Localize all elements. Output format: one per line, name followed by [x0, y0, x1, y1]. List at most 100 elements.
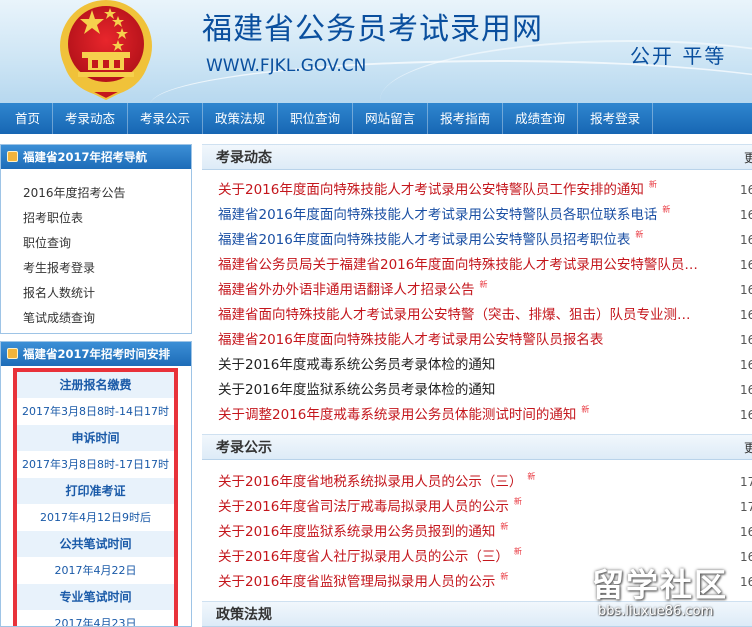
article-date: 17 [740, 500, 752, 514]
article-row: 福建省外办外语非通用语翻译人才招录公告新 16 [218, 278, 752, 303]
section-header-news: 考录动态 更 [202, 144, 752, 170]
panel-header: 福建省2017年招考时间安排 [1, 342, 191, 366]
article-row: 关于2016年度面向特殊技能人才考试录用公安特警队员工作安排的通知新 16 [218, 178, 752, 203]
article-link[interactable]: 福建省2016年度面向特殊技能人才考试录用公安特警队员招考职位表 [218, 228, 630, 253]
watermark-url: bbs.liuxue86.com [598, 604, 714, 619]
article-link[interactable]: 福建省面向特殊技能人才考试录用公安特警（突击、排爆、狙击）队员专业测… [218, 303, 691, 328]
main-nav: 首页 考录动态 考录公示 政策法规 职位查询 网站留言 报考指南 成绩查询 报考… [0, 103, 752, 134]
schedule-panel: 福建省2017年招考时间安排 注册报名缴费 2017年3月8日8时-14日17时… [0, 341, 192, 627]
news-list: 关于2016年度面向特殊技能人才考试录用公安特警队员工作安排的通知新 16 福建省2… [218, 178, 752, 428]
schedule-item-date: 2017年4月23日 [17, 610, 174, 626]
nav-item-score-query[interactable]: 成绩查询 [503, 103, 579, 134]
article-date: 16 [740, 408, 752, 422]
panel-header: 福建省2017年招考导航 [1, 145, 191, 169]
article-link[interactable]: 关于2016年度面向特殊技能人才考试录用公安特警队员工作安排的通知 [218, 178, 644, 203]
schedule-item-date: 2017年4月12日9时后 [17, 504, 174, 531]
article-row: 关于2016年度戒毒系统公务员考录体检的通知 16 [218, 353, 752, 378]
article-date: 16 [740, 208, 752, 222]
article-link[interactable]: 关于2016年度省人社厅拟录用人员的公示（三） [218, 545, 509, 570]
more-link[interactable]: 更 [744, 435, 752, 461]
new-badge: 新 [581, 405, 590, 414]
article-date: 16 [740, 358, 752, 372]
guide-link-score-query[interactable]: 笔试成绩查询 [23, 306, 191, 331]
nav-item-login[interactable]: 报考登录 [578, 103, 654, 134]
article-link[interactable]: 关于2016年度省司法厅戒毒局拟录用人员的公示 [218, 495, 509, 520]
article-date: 16 [740, 233, 752, 247]
schedule-item-title: 注册报名缴费 [17, 372, 174, 398]
article-date: 16 [740, 308, 752, 322]
nav-item-home[interactable]: 首页 [3, 103, 54, 134]
article-link[interactable]: 关于2016年度戒毒系统公务员考录体检的通知 [218, 353, 495, 378]
article-date: 16 [740, 333, 752, 347]
article-row: 福建省公务员局关于福建省2016年度面向特殊技能人才考试录用公安特警队员… 16 [218, 253, 752, 278]
article-row: 福建省2016年度面向特殊技能人才考试录用公安特警队员报名表 16 [218, 328, 752, 353]
national-emblem-icon [60, 0, 152, 100]
site-title: 福建省公务员考试录用网 [202, 12, 543, 47]
article-link[interactable]: 关于调整2016年度戒毒系统录用公务员体能测试时间的通知 [218, 403, 576, 428]
article-link[interactable]: 福建省2016年度面向特殊技能人才考试录用公安特警队员各职位联系电话 [218, 203, 657, 228]
site-url[interactable]: WWW.FJKL.GOV.CN [206, 56, 366, 76]
article-date: 16 [740, 383, 752, 397]
recruit-guide-panel: 福建省2017年招考导航 2016年度招考公告 招考职位表 职位查询 考生报考登… [0, 144, 192, 334]
watermark: 留学社区 bbs.liuxue86.com [592, 560, 752, 627]
schedule-highlight-box: 注册报名缴费 2017年3月8日8时-14日17时 申诉时间 2017年3月8日… [13, 368, 178, 626]
article-date: 17 [740, 475, 752, 489]
nav-item-policy[interactable]: 政策法规 [203, 103, 279, 134]
article-date: 16 [740, 258, 752, 272]
guide-link-position-query[interactable]: 职位查询 [23, 231, 191, 256]
site-header: 福建省公务员考试录用网 WWW.FJKL.GOV.CN 公开 平等 [0, 0, 752, 103]
schedule-item-title: 专业笔试时间 [17, 584, 174, 610]
article-row: 关于调整2016年度戒毒系统录用公务员体能测试时间的通知新 16 [218, 403, 752, 428]
section-title: 政策法规 [216, 607, 272, 623]
schedule-item-date: 2017年3月8日8时-14日17时 [17, 398, 174, 425]
nav-item-news[interactable]: 考录动态 [53, 103, 129, 134]
new-badge: 新 [648, 180, 657, 189]
schedule-item-title: 打印准考证 [17, 478, 174, 504]
new-badge: 新 [635, 230, 644, 239]
article-row: 关于2016年度省司法厅戒毒局拟录用人员的公示新 17 [218, 495, 752, 520]
nav-item-guide[interactable]: 报考指南 [428, 103, 504, 134]
new-badge: 新 [500, 572, 509, 581]
article-row: 福建省2016年度面向特殊技能人才考试录用公安特警队员各职位联系电话新 16 [218, 203, 752, 228]
article-date: 16 [740, 183, 752, 197]
new-badge: 新 [527, 472, 536, 481]
new-badge: 新 [500, 522, 509, 531]
article-row: 关于2016年度监狱系统公务员考录体检的通知 16 [218, 378, 752, 403]
article-link[interactable]: 关于2016年度监狱系统公务员考录体检的通知 [218, 378, 495, 403]
schedule-item: 公共笔试时间 2017年4月22日 [17, 531, 174, 584]
panel-title: 福建省2017年招考时间安排 [23, 347, 171, 361]
panel-title: 福建省2017年招考导航 [23, 150, 148, 164]
schedule-item: 打印准考证 2017年4月12日9时后 [17, 478, 174, 531]
article-link[interactable]: 关于2016年度监狱系统录用公务员报到的通知 [218, 520, 495, 545]
article-date: 16 [740, 525, 752, 539]
nav-item-position-query[interactable]: 职位查询 [278, 103, 354, 134]
calendar-icon [7, 151, 18, 162]
article-date: 16 [740, 283, 752, 297]
new-badge: 新 [479, 280, 488, 289]
schedule-item: 专业笔试时间 2017年4月23日 [17, 584, 174, 626]
watermark-brand: 留学社区 [592, 566, 729, 604]
article-row: 福建省2016年度面向特殊技能人才考试录用公安特警队员招考职位表新 16 [218, 228, 752, 253]
article-link[interactable]: 关于2016年度省地税系统拟录用人员的公示（三） [218, 470, 522, 495]
guide-link-position-table[interactable]: 招考职位表 [23, 206, 191, 231]
new-badge: 新 [513, 547, 522, 556]
nav-item-publicity[interactable]: 考录公示 [128, 103, 204, 134]
nav-item-guestbook[interactable]: 网站留言 [353, 103, 429, 134]
section-header-publicity: 考录公示 更 [202, 434, 752, 460]
guide-link-announcement[interactable]: 2016年度招考公告 [23, 181, 191, 206]
guide-link-candidate-login[interactable]: 考生报考登录 [23, 256, 191, 281]
schedule-item-date: 2017年3月8日8时-17日17时 [17, 451, 174, 478]
new-badge: 新 [662, 205, 671, 214]
article-link[interactable]: 福建省公务员局关于福建省2016年度面向特殊技能人才考试录用公安特警队员… [218, 253, 698, 278]
more-link[interactable]: 更 [744, 145, 752, 171]
guide-link-applicant-stats[interactable]: 报名人数统计 [23, 281, 191, 306]
section-title: 考录动态 [216, 150, 272, 166]
schedule-item-date: 2017年4月22日 [17, 557, 174, 584]
site-slogan: 公开 平等 [630, 44, 727, 68]
page: 福建省公务员考试录用网 WWW.FJKL.GOV.CN 公开 平等 首页 考录动… [0, 0, 752, 627]
article-link[interactable]: 福建省2016年度面向特殊技能人才考试录用公安特警队员报名表 [218, 328, 603, 353]
article-link[interactable]: 福建省外办外语非通用语翻译人才招录公告 [218, 278, 475, 303]
schedule-item: 注册报名缴费 2017年3月8日8时-14日17时 [17, 372, 174, 425]
article-link[interactable]: 关于2016年度省监狱管理局拟录用人员的公示 [218, 570, 495, 595]
article-row: 关于2016年度监狱系统录用公务员报到的通知新 16 [218, 520, 752, 545]
